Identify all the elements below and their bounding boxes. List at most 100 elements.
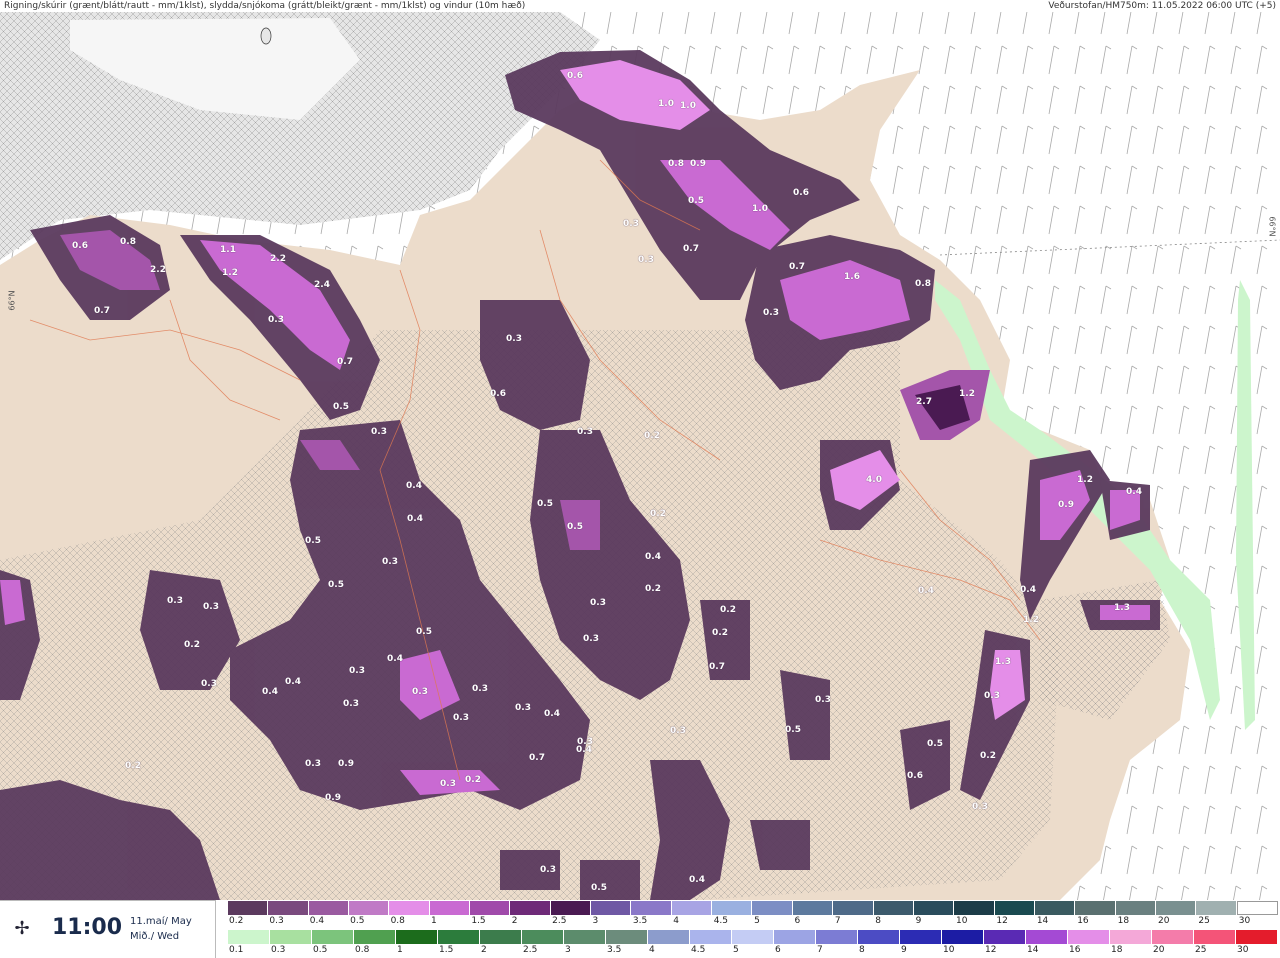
precip-value: 1.3: [1114, 603, 1130, 613]
legend-label: 1: [397, 945, 403, 955]
precip-value: 0.7: [529, 753, 545, 763]
legend-label: 18: [1117, 916, 1130, 926]
precip-value: 1.6: [844, 272, 860, 282]
legend-label: 25: [1195, 945, 1207, 955]
precip-value: 0.3: [305, 759, 321, 769]
legend-swatch: [480, 930, 522, 944]
precip-value: 0.4: [407, 514, 423, 524]
legend-label: 14: [1036, 916, 1049, 926]
precip-value: 0.2: [644, 431, 660, 441]
precip-value: 0.5: [305, 536, 321, 546]
legend-swatch: [994, 901, 1035, 915]
legend-swatch: [873, 901, 914, 915]
latitude-label-west: 66°N: [7, 290, 17, 311]
legend-rain-scale: [228, 930, 1278, 944]
legend-swatch: [942, 930, 984, 944]
latitude-label-east: 66°N: [1267, 216, 1277, 237]
legend-label: 25: [1198, 916, 1210, 926]
legend-label: 0.2: [229, 916, 244, 926]
precip-value: 0.5: [333, 402, 349, 412]
legend-label: 9: [901, 945, 907, 955]
legend-label: 1.5: [439, 945, 454, 955]
precip-value: 0.2: [465, 775, 481, 785]
legend-label: 2.5: [523, 945, 538, 955]
precip-value: 0.2: [712, 628, 728, 638]
precip-value: 0.6: [793, 188, 809, 198]
legend-label: 6: [775, 945, 781, 955]
legend-label: 2: [511, 916, 518, 926]
legend-label: 7: [817, 945, 823, 955]
precip-value: 0.9: [338, 759, 354, 769]
legend-label: 4: [649, 945, 655, 955]
legend-swatch: [270, 930, 312, 944]
legend-snow-scale: [228, 901, 1278, 915]
precip-value: 1.2: [959, 389, 975, 399]
precip-value: 0.3: [623, 219, 639, 229]
legend-swatch: [396, 930, 438, 944]
legend-swatch: [1075, 901, 1116, 915]
legend-label: 3.5: [632, 916, 648, 926]
legend-label: 16: [1069, 945, 1081, 955]
precip-value: 1.0: [658, 99, 674, 109]
precip-value: 2.4: [314, 280, 330, 290]
legend-label: 2.5: [552, 916, 567, 926]
legend-label: 12: [985, 945, 997, 955]
precip-value: 0.6: [490, 389, 506, 399]
precip-value: 0.3: [343, 699, 359, 709]
legend-swatch: [858, 930, 900, 944]
forecast-date: 11.maí/ May: [130, 916, 192, 927]
legend-swatch: [1068, 930, 1110, 944]
legend-label: 0.3: [271, 945, 286, 955]
legend-swatch: [312, 930, 354, 944]
precip-value: 0.3: [815, 695, 831, 705]
precip-value: 2.7: [916, 397, 932, 407]
legend-label: 0.5: [313, 945, 328, 955]
precip-value: 0.4: [387, 654, 403, 664]
precip-value: 0.3: [984, 691, 1000, 701]
precip-value: 0.6: [907, 771, 923, 781]
precip-value: 0.3: [670, 726, 686, 736]
legend-swatch: [429, 901, 471, 915]
precip-value: 0.3: [382, 557, 398, 567]
precip-value: 1.1: [220, 245, 236, 255]
precip-value: 0.7: [709, 662, 725, 672]
legend-swatch: [268, 901, 309, 915]
legend-swatch: [833, 901, 874, 915]
precip-value: 2.2: [150, 265, 166, 275]
precip-value: 0.9: [1058, 500, 1074, 510]
precip-value: 0.5: [927, 739, 943, 749]
legend-label: 0.8: [390, 916, 405, 926]
legend-swatch: [792, 901, 834, 915]
precip-value: 0.4: [918, 586, 934, 596]
precip-value: 0.3: [577, 427, 593, 437]
precip-value: 4.0: [866, 475, 882, 485]
precip-value: 0.3: [201, 679, 217, 689]
precip-value: 0.4: [406, 481, 422, 491]
precip-value: 0.3: [371, 427, 387, 437]
legend-swatch: [308, 901, 350, 915]
legend-swatch: [712, 901, 753, 915]
precip-value: 0.3: [453, 713, 469, 723]
precip-value: 0.3: [638, 255, 654, 265]
island: [260, 27, 272, 45]
precip-value: 0.4: [645, 552, 661, 562]
legend-label: 5: [754, 916, 760, 926]
precip-value: 2.2: [270, 254, 286, 264]
legend-swatch: [1196, 901, 1237, 915]
precip-value: 0.5: [567, 522, 583, 532]
precip-value: 0.4: [689, 875, 705, 885]
precip-value: 0.3: [583, 634, 599, 644]
legend-swatch: [631, 901, 672, 915]
precip-value: 0.4: [1020, 585, 1036, 595]
forecast-weekday: Mið./ Wed: [130, 931, 180, 942]
precip-value: 0.9: [325, 793, 341, 803]
precip-value: 0.2: [720, 605, 736, 615]
precip-value: 0.6: [567, 71, 583, 81]
legend-swatch: [522, 930, 564, 944]
legend-swatch: [389, 901, 430, 915]
precip-value: 0.3: [412, 687, 428, 697]
legend-swatch: [648, 930, 690, 944]
legend-label: 4.5: [691, 945, 706, 955]
precip-value: 0.7: [337, 357, 353, 367]
legend-label: 16: [1077, 916, 1089, 926]
